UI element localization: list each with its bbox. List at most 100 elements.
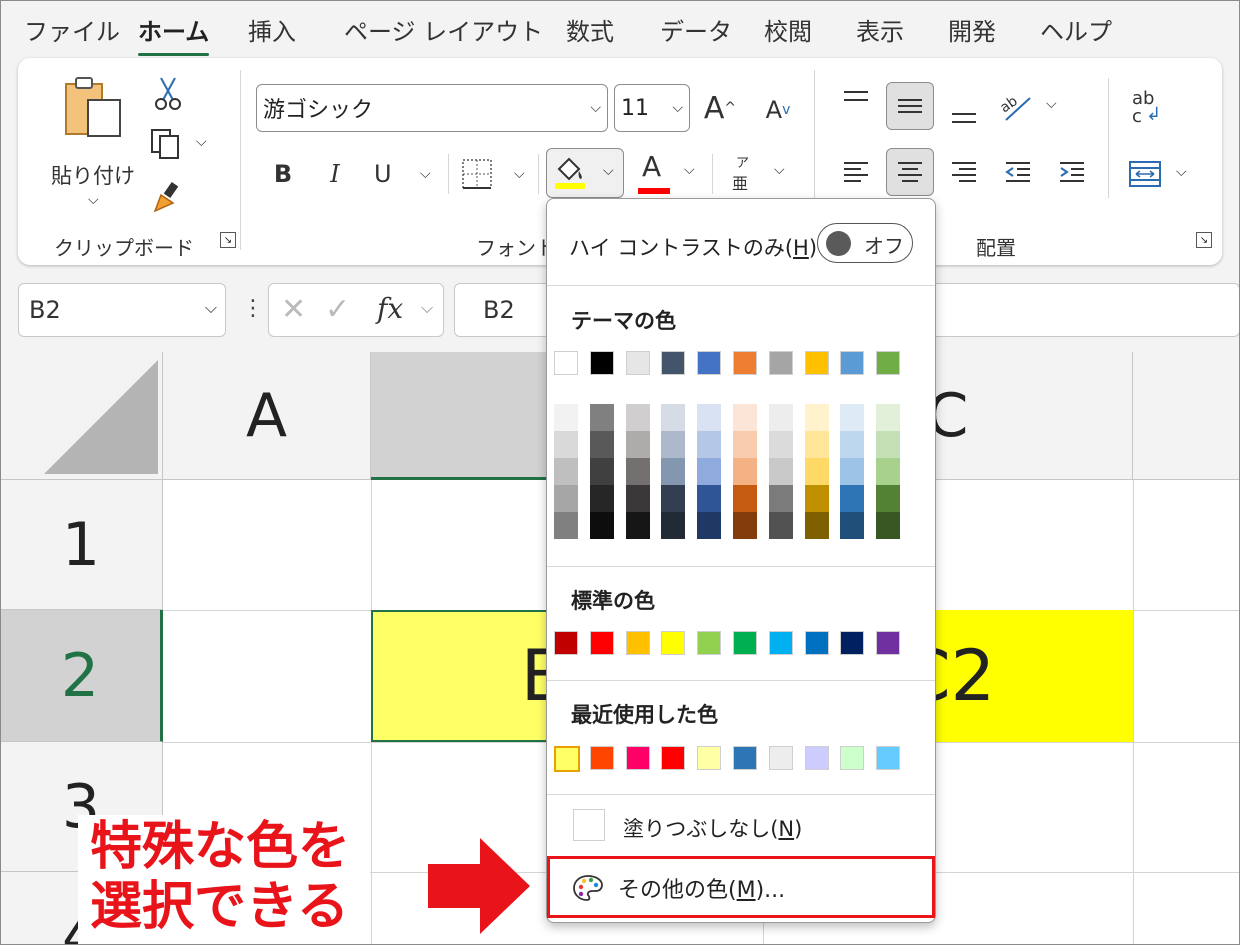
theme-tint-swatch[interactable] (733, 458, 757, 485)
theme-color-swatch-10[interactable] (876, 351, 901, 375)
theme-tint-swatch[interactable] (697, 485, 722, 512)
theme-color-swatch-3[interactable] (625, 351, 650, 375)
enter-icon[interactable]: ✓ (325, 292, 350, 327)
theme-color-swatch-6[interactable] (733, 351, 757, 375)
grow-font-button[interactable]: A ^ (700, 86, 740, 130)
tab-file[interactable]: ファイル (24, 12, 120, 47)
theme-tint-swatch[interactable] (768, 458, 793, 485)
recent-color-swatch-1[interactable] (554, 746, 580, 772)
theme-color-swatch-1[interactable] (554, 351, 578, 375)
tab-help[interactable]: ヘルプ (1040, 12, 1112, 47)
theme-tint-swatch[interactable] (840, 485, 865, 512)
paste-button[interactable]: 貼り付け ⌵ (48, 72, 138, 212)
row-header-1[interactable]: 1 (0, 480, 163, 610)
recent-color-swatch-4[interactable] (661, 746, 686, 770)
recent-color-swatch-8[interactable] (804, 746, 829, 770)
theme-tint-swatch[interactable] (554, 431, 578, 458)
align-center-button[interactable] (886, 148, 934, 196)
insert-function-button[interactable]: fx (377, 292, 403, 325)
alignment-launcher-icon[interactable]: ↘ (1196, 232, 1212, 248)
theme-tint-swatch[interactable] (554, 404, 578, 431)
tab-developer[interactable]: 開発 (948, 12, 996, 47)
phonetic-guide-button[interactable]: ア 亜 ⌵ (720, 150, 794, 196)
align-bottom-button[interactable] (944, 92, 984, 132)
theme-tint-swatch[interactable] (661, 404, 686, 431)
high-contrast-toggle[interactable]: オフ (817, 223, 913, 263)
bold-button[interactable]: B (264, 154, 302, 194)
theme-tint-swatch[interactable] (625, 512, 650, 539)
recent-color-swatch-2[interactable] (589, 746, 614, 770)
theme-tint-swatch[interactable] (661, 485, 686, 512)
theme-tint-swatch[interactable] (589, 404, 614, 431)
wrap-text-button[interactable]: ab c ↲ (1126, 86, 1170, 130)
recent-color-swatch-7[interactable] (768, 746, 793, 770)
font-name-combo[interactable]: 游ゴシック ⌵ (256, 84, 608, 132)
theme-tint-swatch[interactable] (840, 458, 865, 485)
theme-tint-swatch[interactable] (554, 485, 578, 512)
theme-tint-swatch[interactable] (697, 404, 722, 431)
theme-tint-swatch[interactable] (625, 458, 650, 485)
font-color-button[interactable]: A ⌵ (632, 150, 706, 196)
tab-page-layout[interactable]: ページ レイアウト (344, 12, 543, 47)
theme-tint-swatch[interactable] (768, 512, 793, 539)
theme-tint-swatch[interactable] (589, 512, 614, 539)
theme-color-swatch-9[interactable] (840, 351, 865, 375)
theme-tint-swatch[interactable] (804, 404, 829, 431)
theme-tint-swatch[interactable] (625, 485, 650, 512)
theme-tint-swatch[interactable] (554, 458, 578, 485)
theme-color-swatch-4[interactable] (661, 351, 686, 375)
tab-home[interactable]: ホーム (138, 12, 210, 56)
orientation-button[interactable]: ab ⌵ (996, 84, 1062, 128)
theme-tint-swatch[interactable] (697, 458, 722, 485)
fill-color-button[interactable]: ⌵ (546, 148, 624, 198)
theme-tint-swatch[interactable] (804, 458, 829, 485)
recent-color-swatch-3[interactable] (625, 746, 650, 770)
align-middle-button[interactable] (886, 82, 934, 130)
cancel-icon[interactable]: ✕ (281, 292, 306, 327)
cut-button[interactable] (150, 74, 186, 114)
clipboard-launcher-icon[interactable]: ↘ (220, 232, 236, 248)
align-left-button[interactable] (836, 152, 876, 192)
tab-review[interactable]: 校閲 (764, 12, 812, 47)
recent-color-swatch-10[interactable] (876, 746, 901, 770)
theme-tint-swatch[interactable] (554, 512, 578, 539)
italic-button[interactable]: I (316, 154, 354, 194)
theme-tint-swatch[interactable] (840, 431, 865, 458)
theme-tint-swatch[interactable] (733, 512, 757, 539)
standard-color-swatch-10[interactable] (876, 631, 901, 655)
tab-data[interactable]: データ (660, 12, 732, 47)
theme-tint-swatch[interactable] (625, 431, 650, 458)
increase-indent-button[interactable] (1052, 152, 1092, 192)
standard-color-swatch-5[interactable] (697, 631, 722, 655)
underline-button[interactable]: U ⌵ (368, 154, 438, 194)
standard-color-swatch-8[interactable] (804, 631, 829, 655)
theme-tint-swatch[interactable] (697, 431, 722, 458)
standard-color-swatch-4[interactable] (661, 631, 686, 655)
recent-color-swatch-5[interactable] (697, 746, 722, 770)
merge-center-button[interactable]: ⌵ (1126, 152, 1192, 196)
tab-insert[interactable]: 挿入 (248, 12, 296, 47)
recent-color-swatch-6[interactable] (733, 746, 757, 770)
theme-tint-swatch[interactable] (804, 431, 829, 458)
more-colors-option[interactable]: その他の色(M)... (547, 856, 935, 918)
copy-button[interactable]: ⌵ (146, 124, 216, 164)
theme-tint-swatch[interactable] (733, 431, 757, 458)
decrease-indent-button[interactable] (998, 152, 1038, 192)
theme-tint-swatch[interactable] (768, 404, 793, 431)
more-options-icon[interactable]: ⋮ (242, 296, 264, 321)
tab-view[interactable]: 表示 (856, 12, 904, 47)
theme-tint-swatch[interactable] (589, 431, 614, 458)
standard-color-swatch-6[interactable] (733, 631, 757, 655)
column-header-a[interactable]: A (163, 352, 371, 480)
theme-tint-swatch[interactable] (589, 485, 614, 512)
theme-tint-swatch[interactable] (589, 458, 614, 485)
standard-color-swatch-1[interactable] (554, 631, 578, 655)
theme-tint-swatch[interactable] (876, 512, 901, 539)
select-all-corner[interactable] (0, 352, 163, 480)
theme-tint-swatch[interactable] (661, 458, 686, 485)
no-fill-option[interactable]: 塗りつぶしなし(N) (623, 813, 802, 843)
theme-color-swatch-2[interactable] (589, 351, 614, 375)
standard-color-swatch-9[interactable] (840, 631, 865, 655)
tab-formulas[interactable]: 数式 (566, 12, 614, 47)
theme-tint-swatch[interactable] (768, 485, 793, 512)
